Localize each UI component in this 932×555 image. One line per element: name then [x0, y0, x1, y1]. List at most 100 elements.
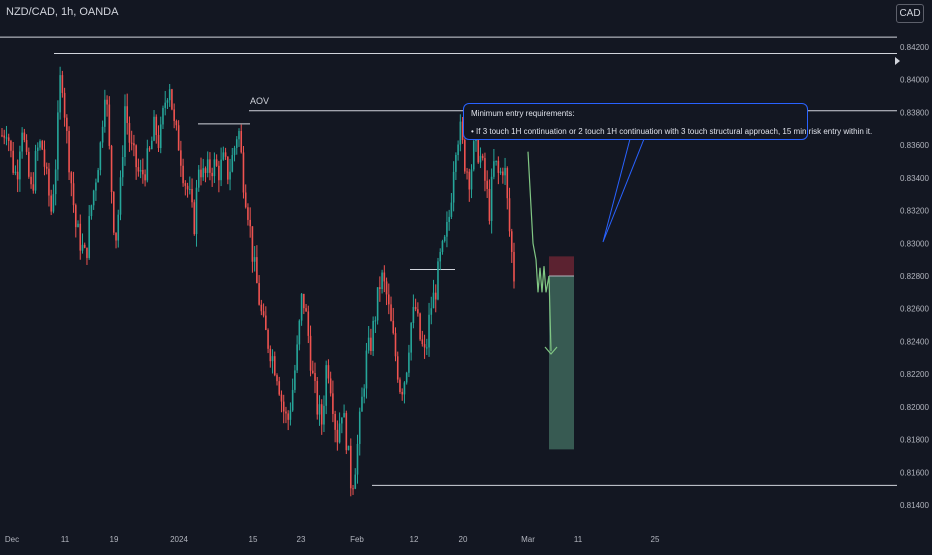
candle-body [367, 337, 370, 351]
candle-body [410, 323, 412, 353]
x-tick-label: Mar [521, 535, 535, 544]
x-tick-label: 20 [459, 535, 468, 544]
candle-body [361, 396, 363, 412]
candle-body [12, 150, 14, 173]
stop-loss-zone[interactable] [549, 256, 574, 276]
candle-body [173, 109, 175, 121]
candle-body [307, 311, 310, 336]
candle-body [399, 379, 401, 392]
candle-body [45, 166, 48, 169]
candle-body [233, 147, 236, 156]
candle-body [365, 350, 368, 389]
time-axis[interactable]: Dec 11 19 2024 15 23 Feb 12 20 Mar 11 25 [5, 535, 660, 544]
candle-body [126, 106, 129, 124]
candle-body [484, 158, 486, 181]
candle-body [504, 168, 506, 176]
candle-body [486, 180, 488, 189]
candle-body [54, 169, 57, 195]
candle-body [189, 188, 191, 190]
chart[interactable]: 0.84200 0.84000 0.83800 0.83600 0.83400 0.832… [0, 0, 932, 550]
candle-body [162, 107, 164, 125]
candle-body [269, 348, 272, 362]
candle-body [150, 140, 153, 150]
candle-body [36, 147, 39, 151]
x-tick-label: 2024 [170, 535, 188, 544]
candle-body [213, 159, 216, 177]
candle-body [195, 187, 198, 235]
candle-body [265, 315, 267, 330]
candle-body [466, 171, 468, 173]
candle-body [309, 335, 312, 371]
candle-body [390, 304, 392, 321]
candle-body [490, 176, 493, 221]
candle-body [175, 120, 178, 126]
candle-body [142, 170, 144, 175]
candle-body [419, 313, 421, 340]
candle-body [428, 314, 430, 348]
candle-body [253, 257, 256, 262]
candle-body [403, 382, 406, 395]
price-axis[interactable]: 0.84200 0.84000 0.83800 0.83600 0.83400 0.832… [900, 43, 929, 510]
currency-button[interactable]: CAD [896, 4, 924, 23]
candle-body [247, 207, 249, 220]
candle-body [209, 159, 211, 173]
candle-body [117, 214, 120, 241]
symbol-title[interactable]: NZD/CAD, 1h, OANDA [6, 6, 118, 18]
candle-body [479, 155, 482, 163]
candle-body [229, 171, 231, 180]
candle-body [77, 223, 79, 228]
candle-body [372, 320, 374, 351]
entry-requirements-callout[interactable]: Minimum entry requirements: • If 3 touch… [463, 103, 873, 140]
candle-body [137, 167, 140, 172]
candle-body [294, 370, 296, 390]
candle-body [68, 130, 70, 173]
candle-body [202, 168, 205, 178]
candle-body [251, 226, 254, 262]
candle-body [180, 150, 182, 166]
candle-body [81, 244, 84, 251]
candle-body [432, 292, 435, 309]
candle-body [74, 205, 77, 228]
chart-canvas[interactable]: 0.84200 0.84000 0.83800 0.83600 0.83400 0.832… [0, 0, 932, 550]
scroll-right-icon[interactable] [895, 57, 900, 65]
candle-body [21, 132, 23, 152]
candle-body [316, 380, 319, 415]
y-tick-label: 0.83800 [900, 108, 929, 117]
candle-body [66, 117, 68, 131]
y-tick-label: 0.84200 [900, 43, 929, 52]
candle-body [30, 176, 32, 185]
candle-body [349, 445, 352, 489]
candle-body [227, 156, 229, 180]
candle-body [104, 99, 106, 127]
candle-body [300, 293, 303, 321]
candle-body [318, 404, 321, 415]
candle-body [235, 139, 238, 148]
candle-body [115, 232, 117, 241]
take-profit-zone[interactable] [549, 276, 574, 450]
candle-body [327, 365, 330, 379]
callout-body: • If 3 touch 1H continuation or 2 touch … [471, 127, 873, 136]
candle-body [88, 216, 90, 258]
candle-body [43, 149, 46, 167]
candle-body [323, 405, 325, 425]
candle-body [10, 140, 12, 151]
candle-body [231, 155, 234, 172]
candle-body [101, 126, 104, 143]
candle-body [392, 320, 395, 334]
candle-body [287, 413, 289, 420]
candle-body [276, 375, 278, 382]
candle-body [320, 404, 323, 425]
candle-body [488, 188, 491, 221]
candle-body [177, 125, 180, 151]
candle-body [211, 172, 213, 177]
y-tick-label: 0.81800 [900, 436, 929, 445]
candle-body [240, 131, 243, 153]
candle-body [238, 131, 240, 140]
candle-body [110, 145, 113, 193]
candle-body [363, 388, 366, 397]
candle-body [430, 308, 433, 315]
projection-path[interactable] [527, 151, 550, 293]
candle-body [311, 370, 314, 374]
candle-body [470, 169, 473, 190]
candle-body [168, 89, 171, 101]
